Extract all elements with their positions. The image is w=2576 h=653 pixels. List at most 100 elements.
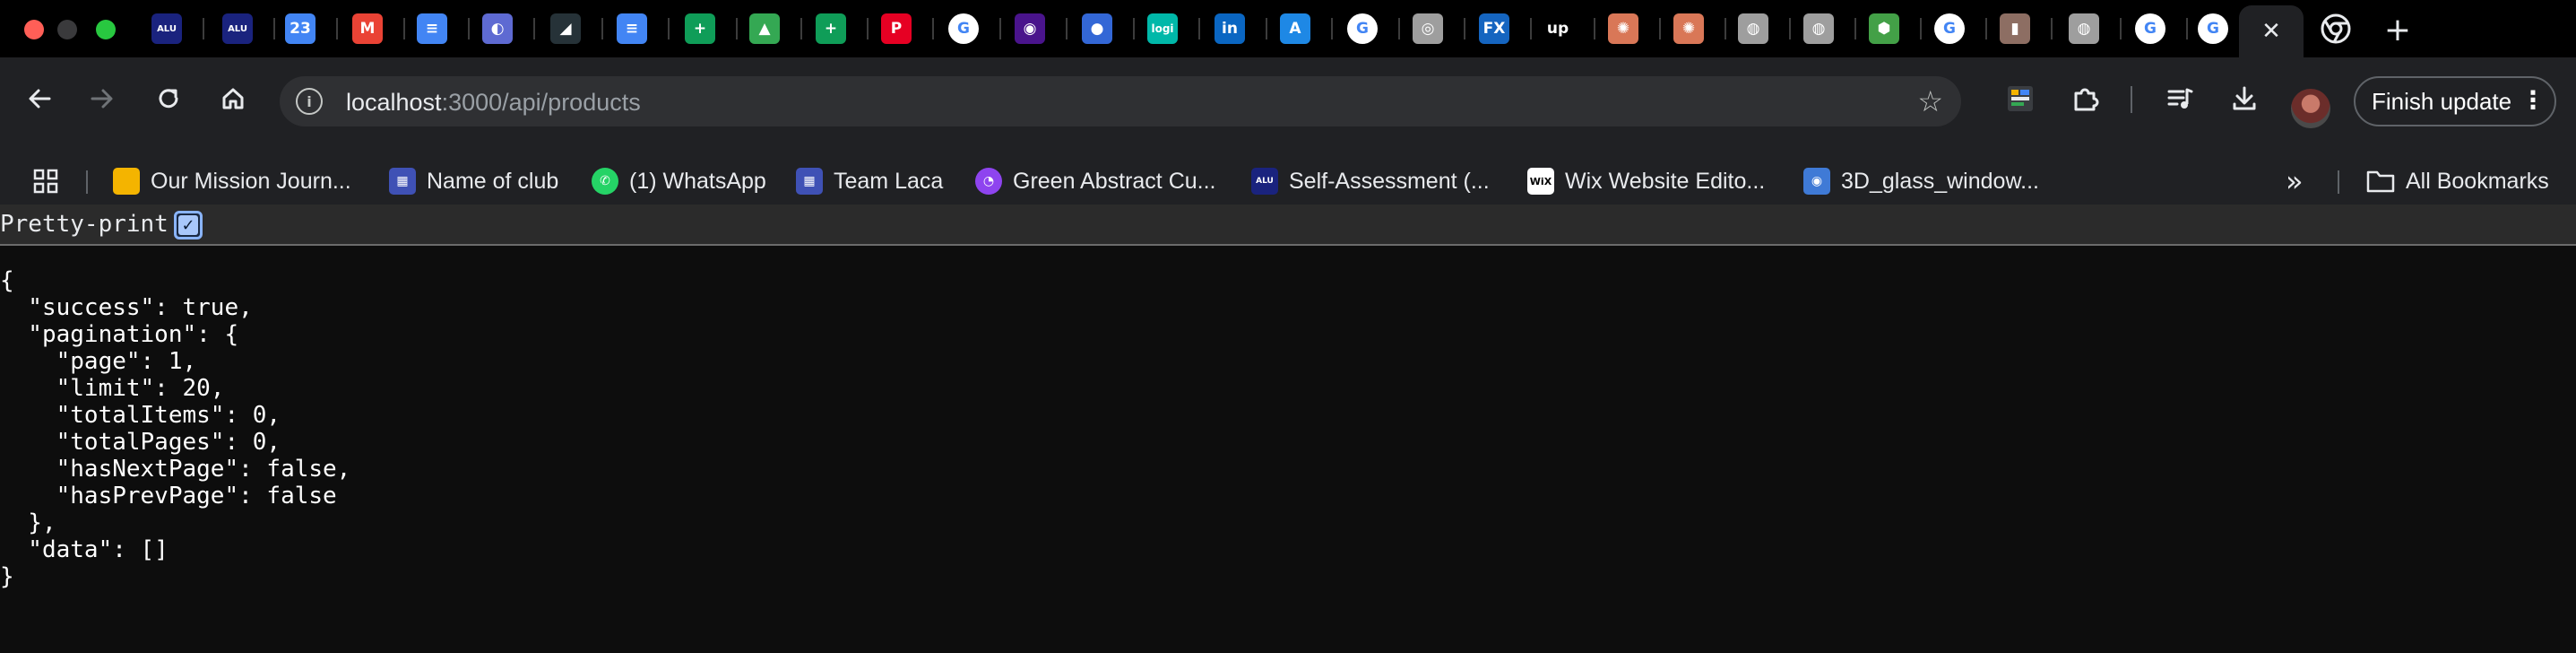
tab-divider xyxy=(1659,18,1661,39)
canva-icon: ◔ xyxy=(975,168,1002,195)
tab-divider xyxy=(336,18,338,39)
sheets-tab-icon[interactable]: + xyxy=(816,13,846,44)
google-tab-icon[interactable]: G xyxy=(2198,13,2228,44)
bookmark-item[interactable]: ✆ (1) WhatsApp xyxy=(592,165,766,197)
circle-tab-icon[interactable]: ◉ xyxy=(1015,13,1045,44)
google-tab-icon[interactable]: G xyxy=(1347,13,1378,44)
json-line: }, xyxy=(0,509,56,536)
page-content: Pretty-print ✓ { "success": true, "pagin… xyxy=(0,205,2576,653)
bottle-tab-icon[interactable]: ▮ xyxy=(2000,13,2030,44)
json-line: "hasNextPage": false, xyxy=(0,456,351,483)
bookmark-star-icon[interactable]: ☆ xyxy=(1917,84,1943,118)
bookmark-label: Team Laca xyxy=(834,168,944,194)
docs-tab-icon[interactable]: ≡ xyxy=(617,13,647,44)
json-line: "pagination": { xyxy=(0,321,239,348)
globe-tab-icon[interactable]: ◍ xyxy=(2069,13,2099,44)
home-button[interactable] xyxy=(213,79,253,118)
finish-update-button[interactable]: Finish update ⋮ xyxy=(2354,76,2556,126)
tab-divider xyxy=(1920,18,1922,39)
bookmark-item[interactable]: ALU Self-Assessment (... xyxy=(1251,165,1490,197)
address-bar[interactable]: i localhost:3000/api/products ☆ xyxy=(280,76,1961,126)
tab-divider xyxy=(736,18,738,39)
url-text[interactable]: localhost:3000/api/products xyxy=(346,89,641,117)
fx-tab-icon[interactable]: FX xyxy=(1479,13,1509,44)
bookmark-item[interactable]: ▦ Name of club xyxy=(389,165,558,197)
minimize-window-button[interactable] xyxy=(57,20,77,39)
forms-icon: ▦ xyxy=(389,168,416,195)
tab-divider xyxy=(601,18,603,39)
bookmark-label: Name of club xyxy=(427,168,559,194)
google-tab-icon[interactable]: G xyxy=(948,13,979,44)
slides-icon xyxy=(113,168,140,195)
new-tab-button[interactable]: + xyxy=(2380,12,2416,48)
back-button[interactable] xyxy=(20,79,59,118)
forward-button[interactable] xyxy=(82,79,122,118)
forms-icon: ▦ xyxy=(796,168,823,195)
calendar-tab-icon[interactable]: 23 xyxy=(285,13,316,44)
reload-icon xyxy=(159,89,178,109)
linkedin-tab-icon[interactable]: in xyxy=(1215,13,1245,44)
tab-strip: ALU ALU 23 M ≡ ◐ ◢ ≡ + ▲ + P G ◉ ● logi in A G ◎ FX up ✺ ✺ ◍ ◍ ⬢ G ▮… xyxy=(0,0,2576,57)
menu-kebab-icon[interactable]: ⋮ xyxy=(2520,85,2546,115)
bookmark-label: Our Mission Journ... xyxy=(151,168,351,194)
json-line: "limit": 20, xyxy=(0,375,225,402)
arc-tab-icon[interactable]: A xyxy=(1280,13,1310,44)
media-controls-icon[interactable] xyxy=(2160,79,2200,118)
site-info-icon[interactable]: i xyxy=(296,88,323,115)
bookmark-item[interactable]: ▦ Team Laca xyxy=(796,165,943,197)
pretty-print-checkbox[interactable]: ✓ xyxy=(174,211,203,239)
linear-tab-icon[interactable]: ◐ xyxy=(482,13,513,44)
claude-tab-icon[interactable]: ✺ xyxy=(1673,13,1704,44)
extension-tab-manager-icon[interactable] xyxy=(2001,79,2040,118)
json-line: "totalPages": 0, xyxy=(0,429,281,456)
close-window-button[interactable] xyxy=(24,20,44,39)
tab-divider xyxy=(1198,18,1200,39)
chrome-tab-icon[interactable] xyxy=(2321,13,2351,44)
sheets-tab-icon[interactable]: + xyxy=(685,13,715,44)
alu-tab-icon[interactable]: ◢ xyxy=(550,13,581,44)
claude-tab-icon[interactable]: ✺ xyxy=(1608,13,1638,44)
tab-divider xyxy=(932,18,934,39)
forward-arrow-icon xyxy=(91,89,113,109)
globe-tab-icon[interactable]: ◍ xyxy=(1803,13,1834,44)
bookmark-label: Green Abstract Cu... xyxy=(1013,168,1216,194)
reload-button[interactable] xyxy=(149,79,188,118)
bookmark-item[interactable]: Our Mission Journ... xyxy=(113,165,351,197)
globe-tab-icon[interactable]: ◎ xyxy=(1413,13,1443,44)
tab-divider xyxy=(403,18,405,39)
close-tab-icon[interactable]: ✕ xyxy=(2261,18,2281,45)
fullscreen-window-button[interactable] xyxy=(96,20,116,39)
profile-avatar[interactable] xyxy=(2291,89,2330,128)
alu-tab-icon[interactable]: ALU xyxy=(222,13,253,44)
globe-tab-icon[interactable]: ◍ xyxy=(1738,13,1768,44)
extensions-puzzle-icon[interactable] xyxy=(2065,79,2105,118)
drive-tab-icon[interactable]: ▲ xyxy=(749,13,780,44)
bookmark-item[interactable]: ◉ 3D_glass_window... xyxy=(1803,165,2039,197)
google-tab-icon[interactable]: G xyxy=(2135,13,2165,44)
json-line: "page": 1, xyxy=(0,348,197,375)
google-tab-icon[interactable]: G xyxy=(1934,13,1965,44)
download-icon[interactable] xyxy=(2225,79,2264,118)
tab-divider xyxy=(867,18,869,39)
extension-tab-icon[interactable]: ● xyxy=(1082,13,1112,44)
bookmarks-divider xyxy=(2338,170,2339,194)
alu-tab-icon[interactable]: ALU xyxy=(151,13,182,44)
upwork-tab-icon[interactable]: up xyxy=(1543,13,1573,44)
active-tab[interactable]: ✕ xyxy=(2239,5,2304,57)
more-bookmarks-button[interactable]: » xyxy=(2286,164,2304,198)
tab-divider xyxy=(273,18,275,39)
bookmark-item[interactable]: WiX Wix Website Edito... xyxy=(1527,165,1765,197)
docs-tab-icon[interactable]: ≡ xyxy=(417,13,447,44)
apps-grid-button[interactable] xyxy=(32,165,59,197)
logi-tab-icon[interactable]: logi xyxy=(1147,13,1178,44)
bookmark-label: 3D_glass_window... xyxy=(1841,168,2039,194)
bookmark-item[interactable]: ◔ Green Abstract Cu... xyxy=(975,165,1216,197)
json-line: "data": [] xyxy=(0,536,169,563)
all-bookmarks-button[interactable]: All Bookmarks xyxy=(2366,165,2549,197)
gmail-tab-icon[interactable]: M xyxy=(352,13,383,44)
pinterest-tab-icon[interactable]: P xyxy=(881,13,912,44)
node-tab-icon[interactable]: ⬢ xyxy=(1869,13,1899,44)
tab-divider xyxy=(1725,18,1726,39)
tab-divider xyxy=(668,18,670,39)
tab-divider xyxy=(203,18,204,39)
